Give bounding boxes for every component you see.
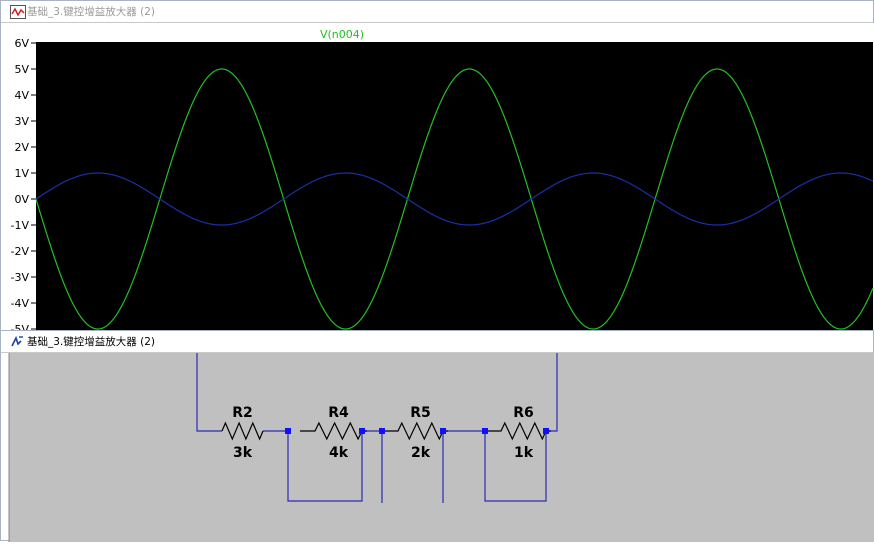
waveform-window-title: 基础_3.键控增益放大器 (2): [27, 6, 155, 18]
junction-node: [379, 428, 385, 434]
y-tick-label: 1V: [14, 167, 29, 180]
resistor-name-label: R4: [328, 405, 349, 421]
resistor-name-label: R6: [513, 405, 534, 421]
schematic-window-titlebar[interactable]: 基础_3.键控增益放大器 (2): [1, 331, 873, 353]
y-tick-label: -4V: [11, 297, 30, 310]
junction-node: [359, 428, 365, 434]
junction-node: [543, 428, 549, 434]
schematic-icon: [11, 335, 23, 347]
resistor-value-label: 4k: [329, 445, 349, 461]
resistor-value-label: 1k: [514, 445, 534, 461]
schematic-canvas[interactable]: R2 3k R4 4k R5 2k R6 1k: [1, 353, 874, 542]
schematic-background: [9, 353, 874, 542]
resistor-value-label: 2k: [411, 445, 431, 461]
junction-node: [440, 428, 446, 434]
y-tick-label: -2V: [11, 245, 30, 258]
chart-title: V(n004): [320, 28, 364, 41]
y-tick-label: -3V: [11, 271, 30, 284]
plot-background: [36, 42, 873, 337]
waveform-plot[interactable]: 6V5V4V3V2V1V0V-1V-2V-3V-4V-5VV(n004): [1, 23, 874, 337]
waveform-chart[interactable]: 6V5V4V3V2V1V0V-1V-2V-3V-4V-5VV(n004): [1, 23, 874, 337]
schematic-drawing[interactable]: R2 3k R4 4k R5 2k R6 1k: [1, 353, 874, 542]
y-tick-label: -1V: [11, 219, 30, 232]
y-tick-label: 6V: [14, 37, 29, 50]
waveform-icon: [10, 5, 26, 19]
waveform-window: 基础_3.键控增益放大器 (2) 6V 5V 4V 3V 2V 1V 0V -1V -2V -3V…: [0, 0, 874, 337]
junction-node: [285, 428, 291, 434]
y-tick-label: 3V: [14, 115, 29, 128]
junction-node: [482, 428, 488, 434]
y-tick-label: 4V: [14, 89, 29, 102]
resistor-name-label: R2: [232, 405, 253, 421]
y-tick-label: 5V: [14, 63, 29, 76]
waveform-window-titlebar[interactable]: 基础_3.键控增益放大器 (2): [1, 1, 873, 23]
resistor-name-label: R5: [410, 405, 431, 421]
schematic-window-title: 基础_3.键控增益放大器 (2): [27, 336, 155, 348]
resistor-value-label: 3k: [233, 445, 253, 461]
y-tick-label: 0V: [14, 193, 29, 206]
y-tick-label: 2V: [14, 141, 29, 154]
schematic-window: 基础_3.键控增益放大器 (2) R2 3k R4 4k R5 2k R6 1k: [0, 330, 874, 542]
